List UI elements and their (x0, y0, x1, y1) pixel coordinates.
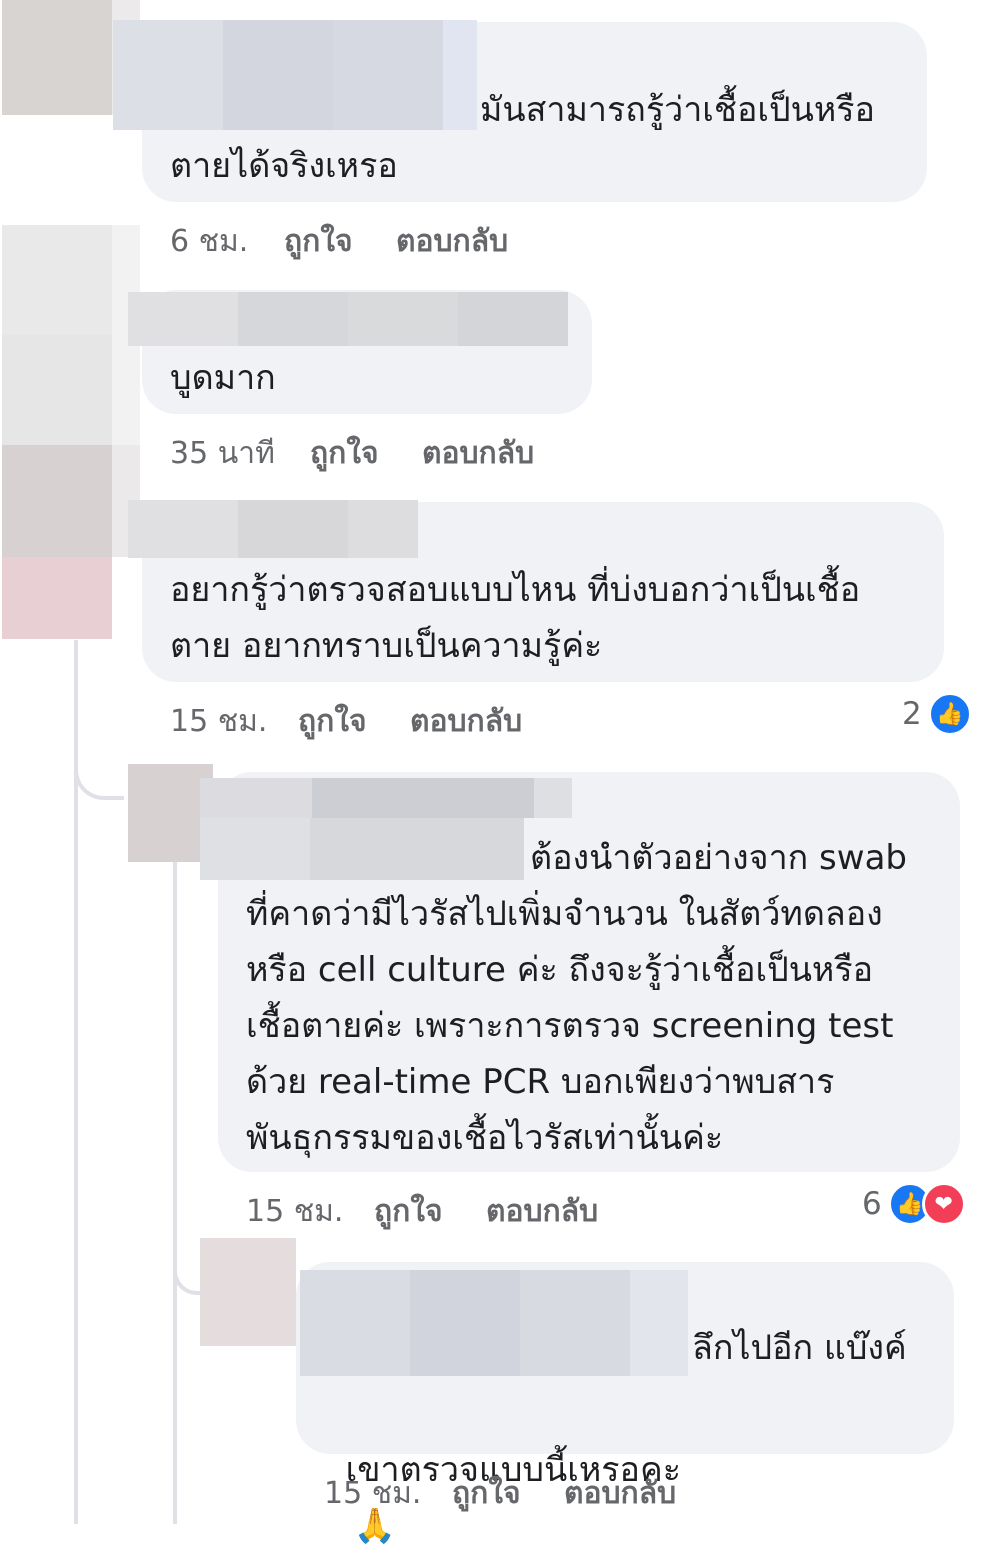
reaction-count: 2 (902, 696, 922, 732)
like-link[interactable]: ถูกใจ (452, 1470, 521, 1517)
reply-text: ต้องนำตัวอย่างจาก swab (530, 838, 907, 878)
reply-link[interactable]: ตอบกลับ (486, 1188, 598, 1235)
avatar-blurred (2, 0, 112, 115)
like-link[interactable]: ถูกใจ (284, 218, 353, 265)
commenter-name-blurred (238, 292, 348, 346)
avatar-blurred (2, 225, 112, 335)
commenter-name-blurred (113, 20, 223, 130)
comment-text: มันสามารถรู้ว่าเชื้อเป็นหรือ (480, 90, 875, 130)
reply-link[interactable]: ตอบกลับ (396, 218, 508, 265)
commenter-name-blurred (310, 818, 524, 880)
commenter-name-blurred (458, 292, 568, 346)
commenter-name-blurred (300, 1270, 410, 1376)
reply-text: ด้วย real-time PCR บอกเพียงว่าพบสาร (246, 1062, 835, 1102)
reply-link[interactable]: ตอบกลับ (422, 430, 534, 477)
like-link[interactable]: ถูกใจ (298, 698, 367, 745)
avatar-blurred (2, 335, 112, 445)
comment-actions: 15 ชม. ถูกใจ ตอบกลับ (170, 698, 590, 739)
comment-time[interactable]: 35 นาที (170, 430, 275, 477)
commenter-name-blurred (200, 818, 310, 880)
reply-text: หรือ cell culture ค่ะ ถึงจะรู้ว่าเชื้อเป… (246, 950, 874, 990)
commenter-name-blurred (348, 500, 418, 558)
comment-text: บูดมาก (170, 358, 276, 398)
comment-time[interactable]: 6 ชม. (170, 218, 248, 265)
comment-text: ตาย อยากทราบเป็นความรู้ค่ะ (170, 626, 603, 666)
reply-actions: 15 ชม. ถูกใจ ตอบกลับ (246, 1188, 666, 1229)
thread-line (173, 862, 177, 1524)
commenter-name-blurred (128, 500, 238, 558)
love-icon: ❤ (921, 1182, 966, 1226)
reply-time[interactable]: 15 ชม. (246, 1188, 343, 1235)
commenter-name-blurred (238, 500, 348, 558)
commenter-name-blurred (534, 778, 572, 818)
commenter-name-blurred (200, 778, 312, 818)
commenter-name-blurred (630, 1270, 688, 1376)
comment-text: อยากรู้ว่าตรวจสอบแบบไหน ที่บ่งบอกว่าเป็น… (170, 570, 861, 610)
comment-text: ตายได้จริงเหรอ (170, 146, 398, 186)
like-link[interactable]: ถูกใจ (374, 1188, 443, 1235)
commenter-name-blurred (443, 20, 477, 130)
commenter-name-blurred (223, 20, 333, 130)
commenter-name-blurred (348, 292, 458, 346)
like-link[interactable]: ถูกใจ (310, 430, 379, 477)
commenter-name-blurred (410, 1270, 520, 1376)
commenter-name-blurred (312, 778, 534, 818)
commenter-name-blurred (128, 292, 238, 346)
reply-link[interactable]: ตอบกลับ (564, 1470, 676, 1517)
reply-text: ที่คาดว่ามีไวรัสไปเพิ่มจำนวน ในสัตว์ทดลอ… (246, 894, 883, 934)
comment-time[interactable]: 15 ชม. (170, 698, 267, 745)
reaction-count: 6 (862, 1186, 882, 1222)
reply-text: ลึกไปอีก แบ๊งค์ (692, 1328, 907, 1368)
thread-connector (173, 1235, 201, 1295)
reaction-summary[interactable]: 6 👍 ❤ (862, 1182, 966, 1226)
avatar-blurred (2, 445, 112, 557)
reply-time[interactable]: 15 ชม. (324, 1470, 421, 1517)
reply-text: พันธุกรรมของเชื้อไวรัสเท่านั้นค่ะ (246, 1118, 724, 1158)
reply-actions: 15 ชม. ถูกใจ ตอบกลับ (324, 1470, 744, 1511)
thread-connector (74, 740, 124, 800)
reply-text: เชื้อตายค่ะ เพราะการตรวจ screening test (246, 1006, 894, 1046)
avatar-blurred (200, 1238, 296, 1346)
reaction-summary[interactable]: 2 👍 (902, 692, 972, 736)
commenter-name-blurred (520, 1270, 630, 1376)
avatar-blurred (2, 557, 112, 639)
comment-actions: 35 นาที ถูกใจ ตอบกลับ (170, 430, 590, 471)
reply-link[interactable]: ตอบกลับ (410, 698, 522, 745)
commenter-name-blurred (333, 20, 443, 130)
comment-actions: 6 ชม. ถูกใจ ตอบกลับ (170, 218, 570, 259)
like-icon: 👍 (927, 692, 972, 736)
